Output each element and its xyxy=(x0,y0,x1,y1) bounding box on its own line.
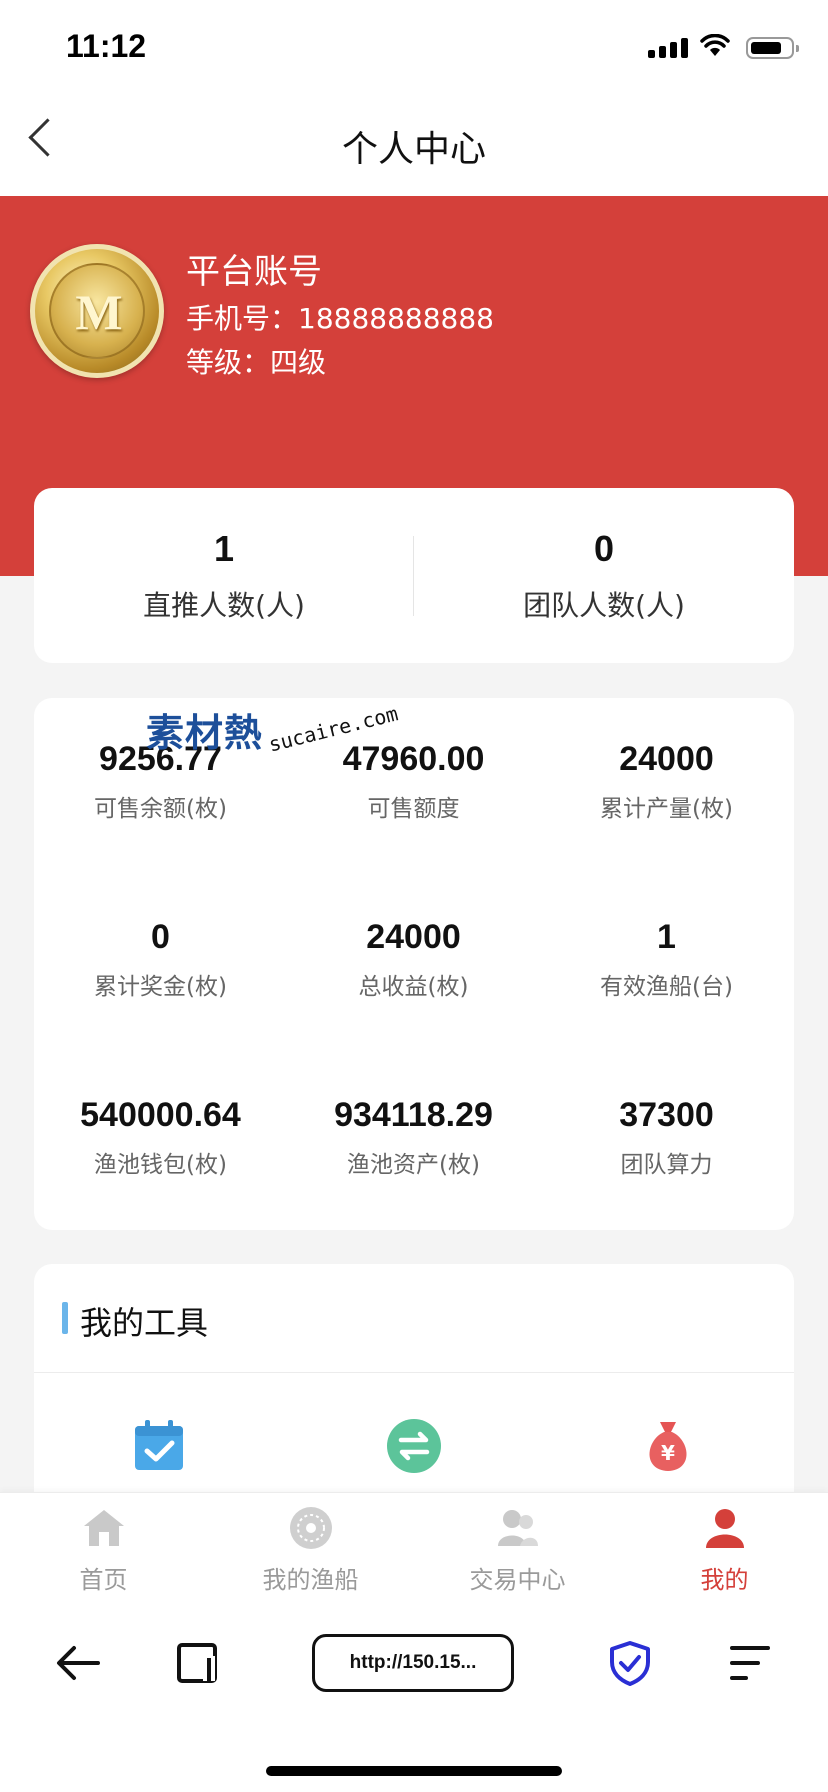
battery-icon xyxy=(746,37,799,59)
exchange-icon[interactable] xyxy=(386,1418,442,1474)
tab-mine[interactable]: 我的 xyxy=(621,1506,828,1595)
avatar[interactable]: M xyxy=(30,244,164,378)
count-label: 直推人数(人) xyxy=(143,589,305,622)
stat-label: 渔池资产(枚) xyxy=(347,1152,480,1178)
count-value: 1 xyxy=(213,528,235,569)
account-name: 平台账号 xyxy=(186,252,322,292)
divider xyxy=(413,536,414,616)
stat-value: 1 xyxy=(657,918,676,956)
shield-check-icon[interactable] xyxy=(608,1640,652,1690)
referral-counts-card: 1 直推人数(人) 0 团队人数(人) xyxy=(34,488,794,663)
browser-back-icon[interactable] xyxy=(56,1644,100,1686)
stat-label: 团队算力 xyxy=(620,1152,713,1178)
calendar-check-icon[interactable] xyxy=(131,1418,187,1474)
tab-label: 交易中心 xyxy=(469,1566,566,1594)
stat-item: 1 有效渔船(台) xyxy=(540,918,793,1001)
stats-card: 9256.77 可售余额(枚) 47960.00 可售额度 24000 累计产量… xyxy=(34,698,794,1230)
coin-logo-icon: M xyxy=(75,284,123,340)
team-members[interactable]: 0 团队人数(人) xyxy=(414,488,794,624)
stat-value: 24000 xyxy=(619,740,714,778)
stat-label: 可售额度 xyxy=(367,796,460,822)
money-bag-icon[interactable]: ¥ xyxy=(640,1418,696,1474)
stat-item: 37300 团队算力 xyxy=(540,1096,793,1179)
tabs-icon[interactable] xyxy=(176,1642,220,1688)
stat-value: 37300 xyxy=(619,1096,714,1134)
watermark: 素材熱 sucaire.com xyxy=(146,700,401,757)
watermark-en: sucaire.com xyxy=(266,700,401,757)
tab-my-boats[interactable]: 我的渔船 xyxy=(207,1506,414,1595)
svg-text:¥: ¥ xyxy=(661,1441,675,1465)
stat-label: 累计产量(枚) xyxy=(600,796,733,822)
stat-label: 可售余额(枚) xyxy=(94,796,227,822)
stat-label: 有效渔船(台) xyxy=(600,974,733,1000)
home-icon xyxy=(82,1506,126,1550)
account-level: 等级：四级 xyxy=(186,346,327,379)
count-value: 0 xyxy=(593,528,615,569)
stat-value: 540000.64 xyxy=(80,1096,241,1134)
count-label: 团队人数(人) xyxy=(523,589,685,622)
tab-label: 我的渔船 xyxy=(262,1566,359,1594)
stat-item: 934118.29 渔池资产(枚) xyxy=(287,1096,540,1179)
stat-label: 渔池钱包(枚) xyxy=(94,1152,227,1178)
tab-trade-center[interactable]: 交易中心 xyxy=(414,1506,621,1595)
stat-value: 934118.29 xyxy=(334,1096,493,1134)
home-indicator xyxy=(266,1766,562,1776)
status-time: 11:12 xyxy=(66,28,147,64)
stat-label: 总收益(枚) xyxy=(358,974,469,1000)
address-bar[interactable]: http://150.15... xyxy=(312,1634,514,1692)
menu-icon[interactable] xyxy=(730,1644,770,1686)
stat-label: 累计奖金(枚) xyxy=(94,974,227,1000)
tab-home[interactable]: 首页 xyxy=(0,1506,207,1595)
stat-item: 24000 累计产量(枚) xyxy=(540,740,793,823)
page-title: 个人中心 xyxy=(341,129,486,170)
tools-title: 我的工具 xyxy=(80,1304,209,1342)
stat-item: 0 累计奖金(枚) xyxy=(34,918,287,1001)
users-icon xyxy=(496,1506,540,1550)
user-icon xyxy=(703,1506,747,1550)
account-phone: 手机号：18888888888 xyxy=(186,302,494,335)
stat-value: 24000 xyxy=(366,918,461,956)
tab-label: 首页 xyxy=(79,1566,128,1594)
divider xyxy=(34,1372,794,1373)
section-accent-bar xyxy=(62,1302,68,1334)
stat-item: 24000 总收益(枚) xyxy=(287,918,540,1001)
stat-value: 0 xyxy=(151,918,170,956)
watermark-cn: 素材熱 xyxy=(146,711,264,755)
wifi-icon xyxy=(700,33,730,62)
cellular-signal-icon xyxy=(648,38,688,58)
direct-referrals[interactable]: 1 直推人数(人) xyxy=(34,488,414,624)
stat-item: 540000.64 渔池钱包(枚) xyxy=(34,1096,287,1179)
tab-label: 我的 xyxy=(700,1566,749,1594)
boat-icon xyxy=(289,1506,333,1550)
